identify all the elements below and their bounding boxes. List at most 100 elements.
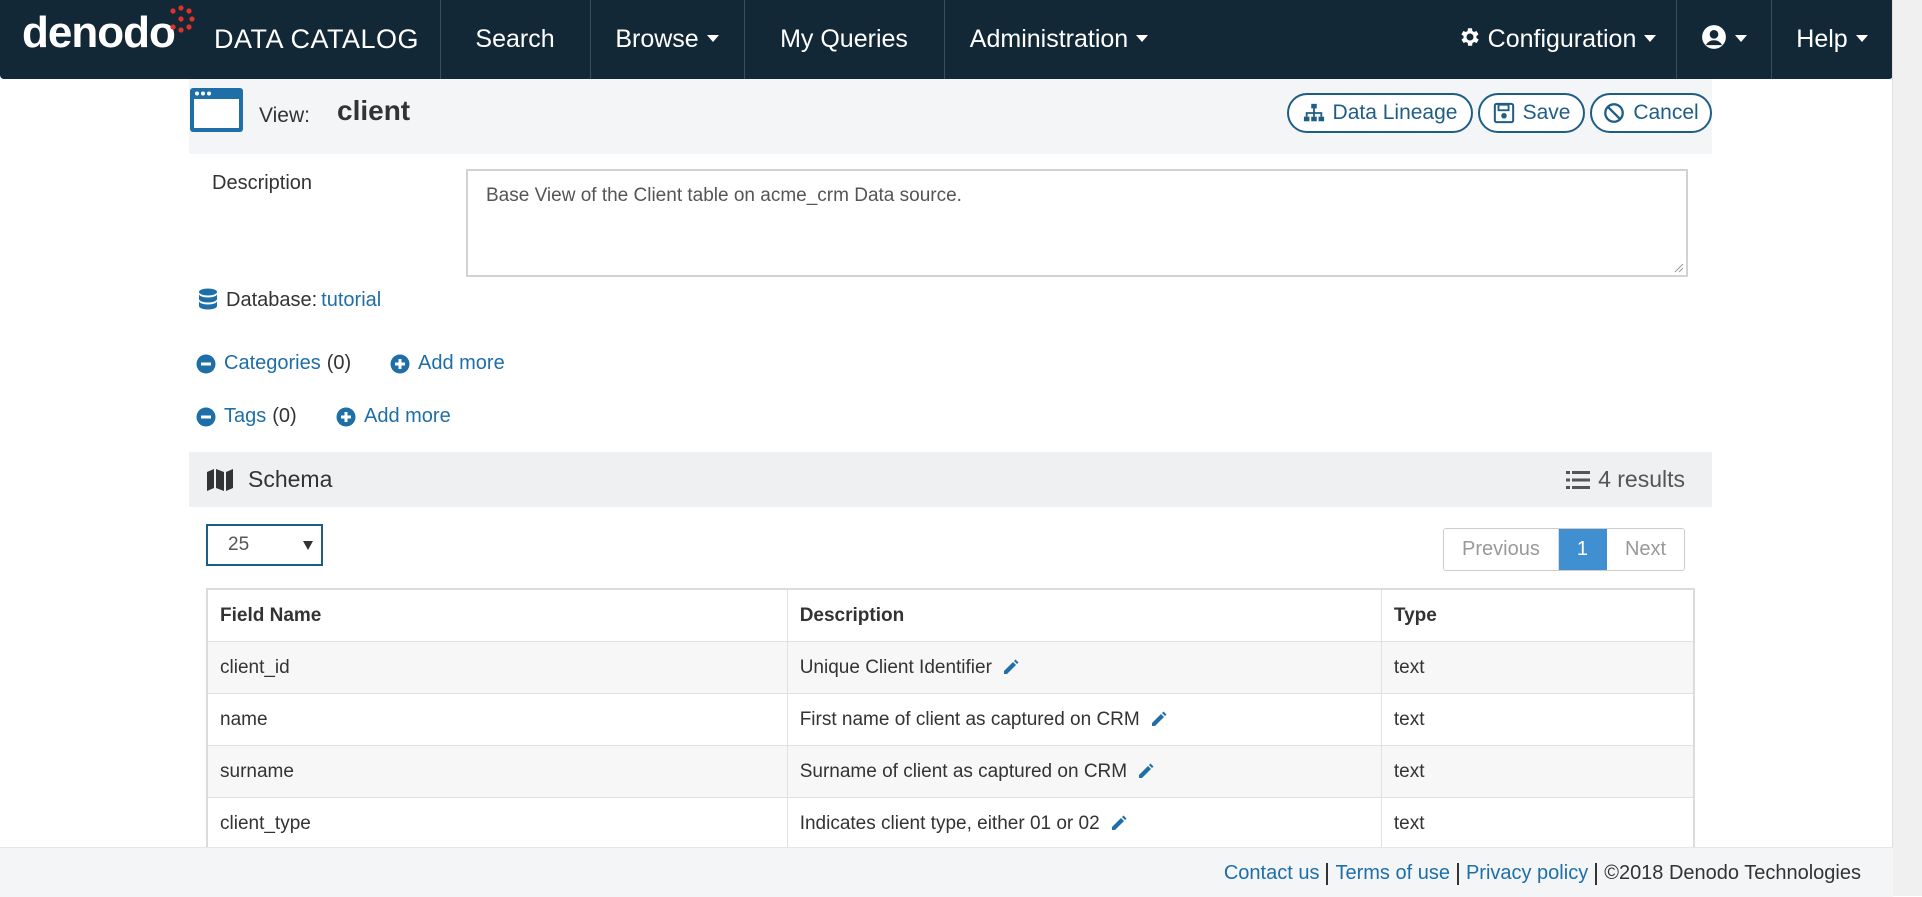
schema-title: Schema (248, 466, 333, 492)
chevron-down-icon (1734, 34, 1747, 42)
chevron-down-icon (1136, 34, 1149, 42)
pagination-page[interactable]: 1 (1558, 529, 1607, 570)
contact-us-link[interactable]: Contact us (1224, 862, 1320, 885)
description-textarea[interactable]: Base View of the Client table on acme_cr… (466, 169, 1688, 277)
column-header[interactable]: Type (1380, 588, 1695, 642)
privacy-policy-link[interactable]: Privacy policy (1466, 862, 1588, 885)
footer-divider (1456, 862, 1459, 885)
footer-divider (1595, 862, 1598, 885)
user-menu[interactable] (1676, 0, 1771, 79)
nav-configuration-label: Configuration (1487, 25, 1637, 53)
description-cell-text: Indicates client type, either 01 or 02 (799, 812, 1100, 834)
schema-table: Field Name Description Type client_id Un… (206, 588, 1695, 851)
save-label: Save (1522, 101, 1571, 124)
footer-links: Contact us Terms of use Privacy policy ©… (1224, 862, 1861, 885)
pencil-icon[interactable] (1137, 762, 1155, 780)
view-label: View: (259, 104, 310, 127)
categories-add-more[interactable]: Add more (390, 352, 505, 375)
description-cell: Unique Client Identifier (786, 641, 1382, 694)
ban-icon (1604, 103, 1625, 123)
plus-circle-icon (336, 407, 356, 426)
description-label: Description (212, 172, 313, 194)
type-cell: text (1380, 641, 1695, 694)
tags-toggle[interactable]: Tags (224, 405, 266, 428)
categories-count: (0) (326, 352, 352, 374)
table-row: client_id Unique Client Identifier text (206, 641, 1695, 694)
field-name-cell: name (206, 693, 788, 746)
nav-browse-label: Browse (615, 25, 699, 53)
page-size-select[interactable]: 25 (206, 524, 323, 566)
view-window-icon (190, 88, 243, 132)
tags-add-more[interactable]: Add more (336, 405, 451, 428)
pencil-icon[interactable] (1110, 814, 1128, 832)
data-lineage-label: Data Lineage (1332, 101, 1458, 124)
list-icon (1566, 470, 1591, 489)
field-name-cell: client_id (206, 641, 788, 694)
column-header[interactable]: Field Name (206, 588, 788, 642)
minus-circle-icon[interactable] (196, 407, 216, 427)
tags-count: (0) (272, 405, 297, 427)
description-text: Base View of the Client table on acme_cr… (486, 185, 962, 206)
description-cell-text: First name of client as captured on CRM (799, 708, 1140, 730)
categories-row: Categories (0) (196, 352, 351, 375)
field-name-cell: surname (206, 745, 788, 798)
vertical-scrollbar[interactable] (1892, 0, 1922, 896)
schema-header (189, 452, 1712, 507)
save-button[interactable]: Save (1478, 93, 1585, 133)
pagination-previous[interactable]: Previous (1444, 529, 1559, 570)
database-link[interactable]: tutorial (321, 289, 381, 312)
type-cell: text (1380, 745, 1695, 798)
field-name-cell: client_type (206, 797, 788, 851)
database-row: Database: tutorial (198, 288, 381, 312)
pencil-icon[interactable] (1002, 658, 1020, 676)
tags-add-more-label: Add more (364, 405, 451, 427)
minus-circle-icon[interactable] (196, 354, 216, 374)
product-name: DATA CATALOG (214, 24, 420, 54)
cancel-label: Cancel (1633, 101, 1699, 124)
map-icon (207, 469, 233, 491)
table-row: client_type Indicates client type, eithe… (206, 797, 1695, 851)
footer: Contact us Terms of use Privacy policy ©… (0, 847, 1893, 897)
database-label: Database: (226, 288, 318, 311)
pencil-icon[interactable] (1150, 710, 1168, 728)
description-cell: Surname of client as captured on CRM (786, 745, 1382, 798)
nav-administration[interactable]: Administration (944, 0, 1174, 79)
plus-circle-icon (390, 354, 410, 373)
column-header[interactable]: Description (786, 588, 1382, 642)
nav-administration-label: Administration (969, 25, 1129, 53)
sitemap-icon (1303, 103, 1324, 122)
logo-dots-icon (170, 5, 195, 33)
resize-handle-icon[interactable] (1674, 263, 1684, 273)
pagination: Previous 1 Next (1443, 528, 1686, 571)
description-cell-text: Surname of client as captured on CRM (799, 760, 1128, 782)
page-size-value: 25 (228, 534, 250, 555)
nav-configuration[interactable]: Configuration (1442, 0, 1672, 79)
categories-toggle[interactable]: Categories (224, 352, 321, 375)
pagination-next[interactable]: Next (1606, 529, 1685, 570)
nav-help[interactable]: Help (1771, 0, 1893, 79)
results-text: 4 results (1598, 466, 1685, 492)
top-navbar: denodo DATA CATALOG Search Browse My Que… (0, 0, 1893, 79)
type-cell: text (1380, 693, 1695, 746)
nav-help-label: Help (1796, 25, 1848, 53)
gear-icon (1461, 28, 1479, 47)
view-name: client (337, 95, 411, 126)
nav-search[interactable]: Search (440, 0, 590, 79)
save-icon (1493, 102, 1514, 124)
data-lineage-button[interactable]: Data Lineage (1287, 93, 1473, 133)
type-cell: text (1380, 797, 1695, 851)
description-cell: Indicates client type, either 01 or 02 (786, 797, 1382, 851)
user-circle-icon (1701, 25, 1726, 50)
chevron-down-icon (1855, 34, 1868, 42)
nav-my-queries[interactable]: My Queries (744, 0, 944, 79)
nav-browse[interactable]: Browse (590, 0, 744, 79)
table-header-row: Field Name Description Type (206, 588, 1695, 642)
description-cell: First name of client as captured on CRM (786, 693, 1382, 746)
nav-my-queries-label: My Queries (780, 25, 908, 53)
tags-row: Tags (0) (196, 405, 297, 428)
cancel-button[interactable]: Cancel (1590, 93, 1712, 133)
description-cell-text: Unique Client Identifier (799, 656, 992, 678)
footer-divider (1326, 862, 1329, 885)
terms-of-use-link[interactable]: Terms of use (1335, 862, 1449, 885)
database-icon (199, 288, 217, 310)
